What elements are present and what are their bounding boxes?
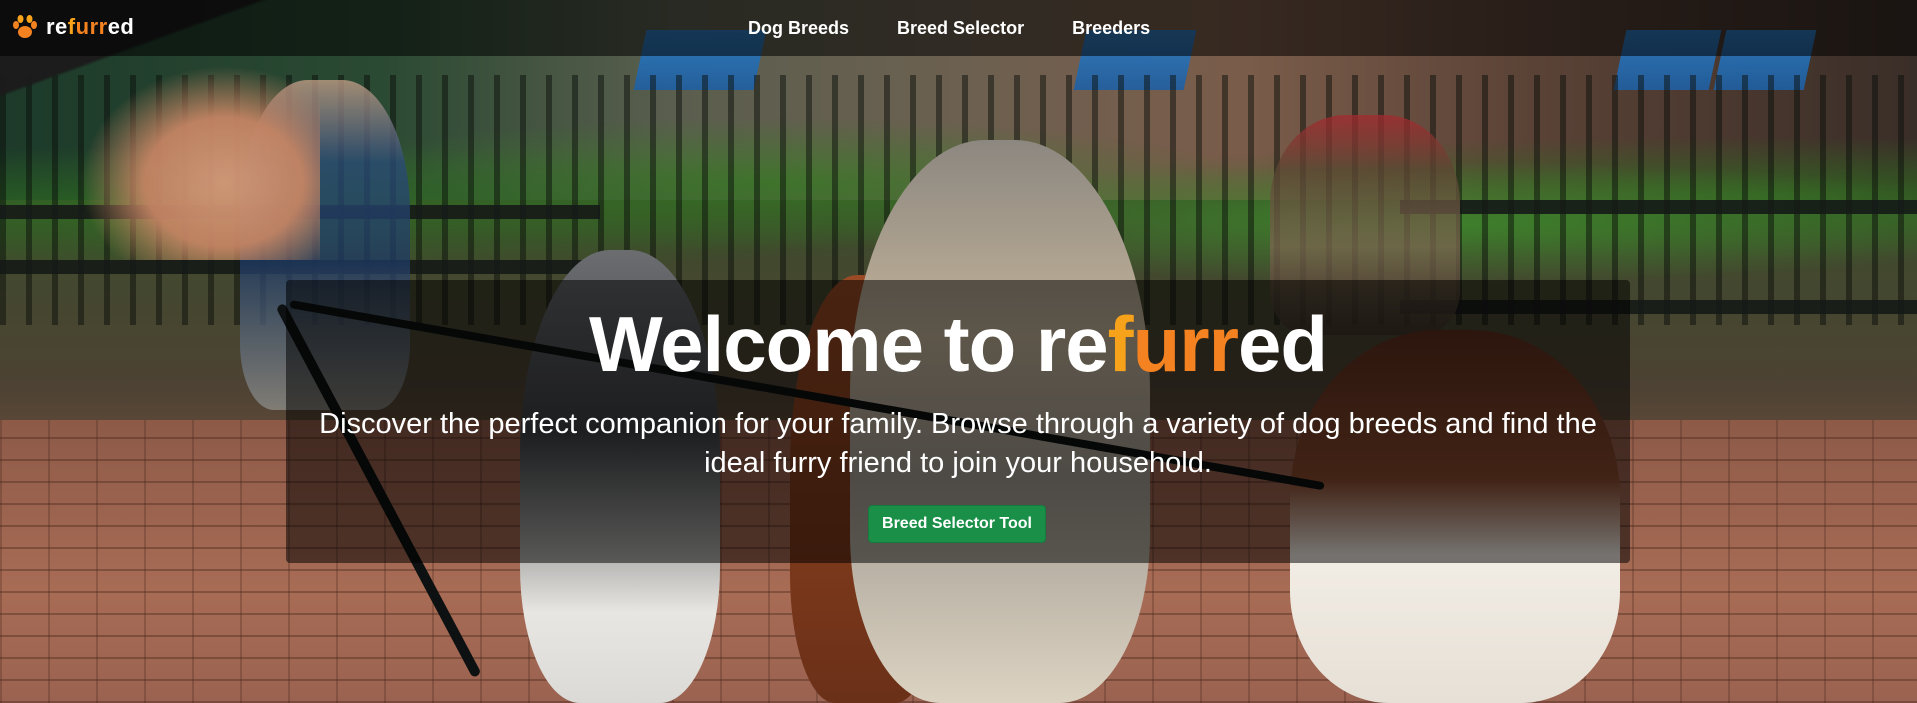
nav-link-breed-selector[interactable]: Breed Selector [897,18,1024,39]
hero-card: Welcome to refurred Discover the perfect… [286,280,1630,563]
nav-link-dog-breeds[interactable]: Dog Breeds [748,18,849,39]
hero-title-suffix: ed [1238,300,1328,388]
brand-logo[interactable]: refurred [10,12,134,42]
nav-links: Dog Breeds Breed Selector Breeders [748,0,1150,56]
brand-suffix: ed [107,14,135,39]
brand-prefix: re [46,14,68,39]
paw-icon [13,15,37,38]
hero-title: Welcome to refurred [286,300,1630,388]
hero-title-prefix: Welcome to re [588,300,1109,388]
hero-subtitle: Discover the perfect companion for your … [319,408,1597,479]
brand-accent: urr [75,14,108,39]
navbar: refurred Dog Breeds Breed Selector Breed… [0,0,1917,56]
brand-accent: f [67,14,76,39]
hero-title-accent: f [1107,300,1134,388]
hero-section: refurred Dog Breeds Breed Selector Breed… [0,0,1917,703]
brand-name: refurred [46,14,134,40]
hero-title-accent: urr [1132,300,1239,388]
background-bench [1400,200,1917,214]
nav-link-breeders[interactable]: Breeders [1072,18,1150,39]
breed-selector-tool-button[interactable]: Breed Selector Tool [868,505,1046,543]
